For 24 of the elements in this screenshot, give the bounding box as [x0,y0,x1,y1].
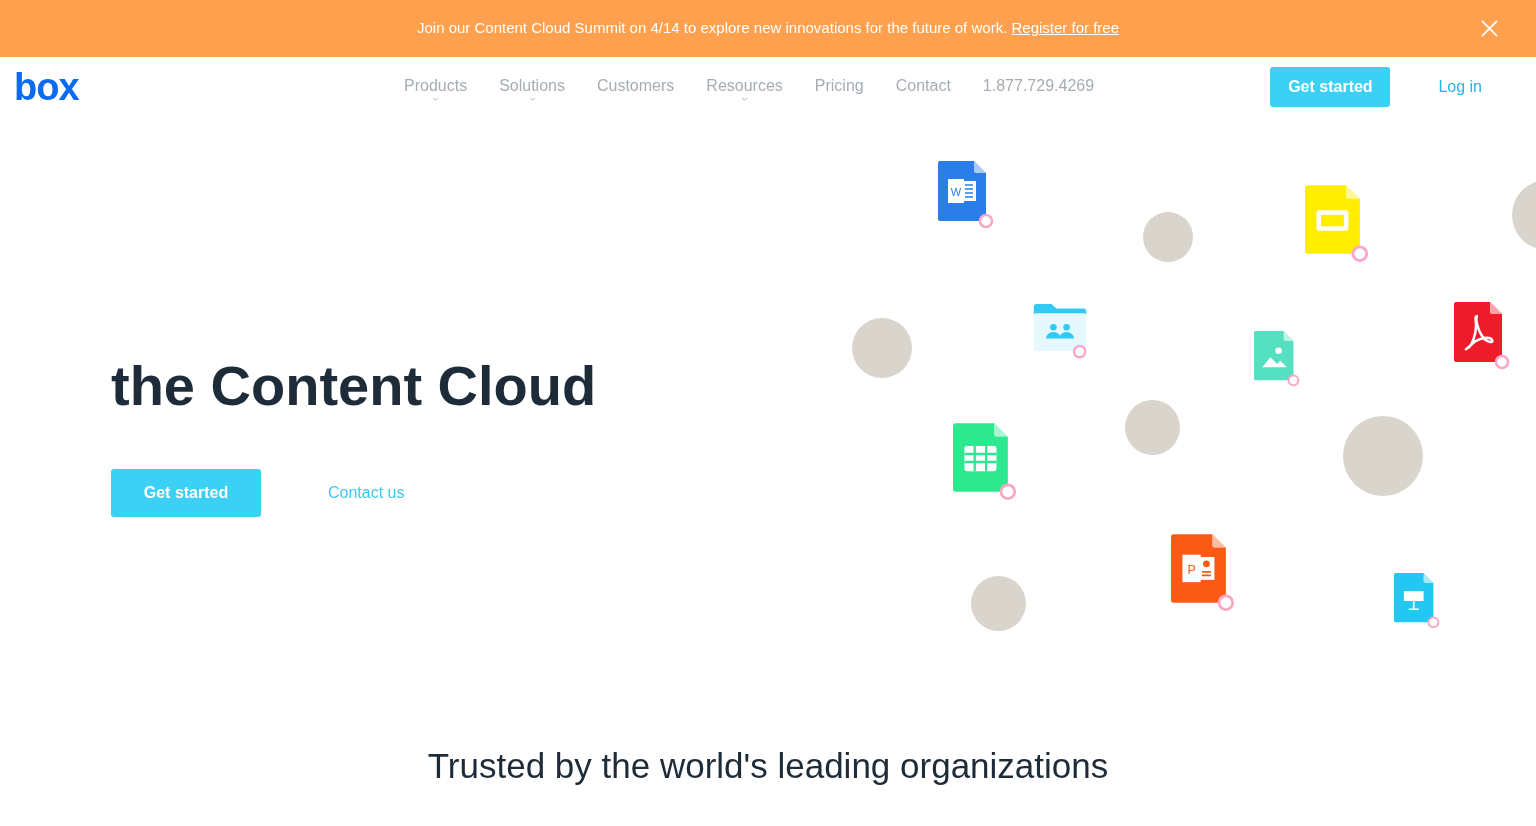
nav-link[interactable]: Solutions [499,70,565,104]
caret-icon [528,97,536,101]
nav-link[interactable]: Resources [706,70,783,104]
hero-headline: the Content Cloud [111,355,598,417]
nav-link[interactable]: 1.877.729.4269 [982,70,1095,104]
contact-link[interactable]: Contact us [328,480,405,505]
nav-link[interactable]: Contact [895,70,951,104]
close-icon[interactable] [1481,20,1498,37]
get-started-button[interactable]: Get started [111,468,261,517]
caret-icon [741,97,749,101]
nav-link[interactable]: Pricing [814,70,864,104]
avatar-photo-placeholder [852,318,912,378]
section-title: Trusted by the world's leading organizations [426,745,1110,787]
nav-link[interactable]: Customers [596,70,675,104]
announcement-text: Join our Content Cloud Summit on 4/14 to explore new innovations for the future of work. Register for free [416,18,1119,39]
register-link[interactable]: Register for free [1011,19,1119,37]
login-link[interactable]: Log in [1438,75,1482,99]
avatar-photo-placeholder [1125,400,1180,455]
avatar-photo-placeholder [1143,212,1193,262]
logo[interactable]: box [14,68,394,106]
avatar-photo-placeholder [971,576,1026,631]
get-started-button[interactable]: Get started [1270,67,1391,107]
caret-icon [432,97,440,101]
nav-link[interactable]: Products [404,70,468,104]
